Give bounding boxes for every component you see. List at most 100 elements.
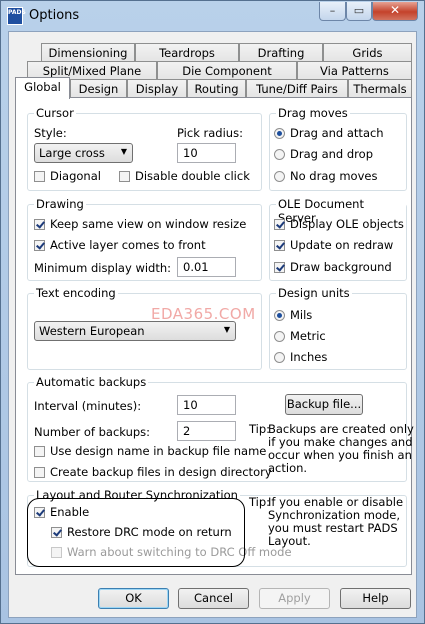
checkbox-box — [51, 527, 62, 538]
no-drag-moves-label: No drag moves — [290, 169, 378, 183]
number-of-backups-input[interactable]: 2 — [177, 421, 236, 441]
drag-and-attach-radio[interactable]: Drag and attach — [274, 126, 384, 142]
minimize-button[interactable]: – — [319, 2, 346, 21]
drag-and-attach-label: Drag and attach — [290, 126, 384, 140]
draw-background-checkbox[interactable]: Draw background — [274, 260, 392, 276]
mils-label: Mils — [290, 308, 313, 322]
tab-dimensioning[interactable]: Dimensioning — [41, 43, 135, 63]
backups-tip-line: action. — [268, 461, 308, 475]
no-drag-moves-radio[interactable]: No drag moves — [274, 169, 377, 185]
automatic-backups-group-title: Automatic backups — [34, 375, 149, 389]
enable-sync-checkbox[interactable]: Enable — [34, 505, 89, 521]
pick-radius-input[interactable]: 10 — [177, 143, 236, 163]
update-on-redraw-checkbox[interactable]: Update on redraw — [274, 238, 393, 254]
tab-grids[interactable]: Grids — [323, 43, 412, 63]
checkbox-box — [274, 240, 285, 251]
pads-app-icon: PADS — [7, 7, 26, 25]
metric-label: Metric — [290, 329, 326, 343]
apply-button: Apply — [259, 588, 330, 609]
metric-radio[interactable]: Metric — [274, 329, 326, 345]
sync-group: Layout and Router Synchronization Enable… — [27, 488, 407, 567]
cursor-style-value: Large cross — [39, 146, 105, 160]
cursor-style-dropdown[interactable]: Large cross ▼ — [34, 143, 133, 163]
watermark-text: EDA365.COM — [151, 305, 256, 323]
tab-teardrops[interactable]: Teardrops — [135, 43, 239, 63]
warn-drc-off-label: Warn about switching to DRC Off mode — [67, 545, 292, 559]
diagonal-checkbox[interactable]: Diagonal — [34, 169, 101, 185]
radio-dot — [274, 149, 285, 160]
diagonal-label: Diagonal — [50, 169, 101, 183]
maximize-button[interactable]: ▭ — [346, 2, 372, 21]
window-title: Options — [29, 8, 80, 23]
design-units-group-title: Design units — [276, 286, 352, 300]
cancel-button[interactable]: Cancel — [178, 588, 249, 609]
interval-input[interactable]: 10 — [177, 395, 236, 415]
tab-thermals[interactable]: Thermals — [348, 79, 412, 99]
tab-tune-diff-pairs[interactable]: Tune/Diff Pairs — [246, 79, 348, 99]
use-design-name-checkbox[interactable]: Use design name in backup file name — [34, 444, 266, 460]
disable-double-click-checkbox[interactable]: Disable double click — [119, 169, 250, 185]
tab-design[interactable]: Design — [70, 79, 127, 99]
options-dialog: PADS Options – ▭ ✕ Dimensioning Teardrop… — [0, 0, 425, 624]
checkbox-box — [119, 171, 130, 182]
pick-radius-label: Pick radius: — [177, 126, 243, 140]
checkbox-box — [34, 507, 45, 518]
title-bar[interactable]: PADS Options – ▭ ✕ — [1, 1, 424, 31]
ok-button[interactable]: OK — [98, 588, 169, 609]
keep-same-view-label: Keep same view on window resize — [50, 217, 247, 231]
tab-drafting[interactable]: Drafting — [239, 43, 323, 63]
active-layer-front-label: Active layer comes to front — [50, 238, 206, 252]
tip-prefix: Tip: — [249, 422, 271, 436]
tip-prefix: Tip: — [249, 495, 271, 509]
ole-document-server-group: OLE Document Server Display OLE objects … — [269, 197, 407, 281]
checkbox-box — [274, 219, 285, 230]
text-encoding-group-title: Text encoding — [34, 286, 118, 300]
drawing-group-title: Drawing — [34, 197, 86, 211]
style-label: Style: — [34, 126, 67, 140]
drag-and-drop-radio[interactable]: Drag and drop — [274, 147, 373, 163]
drawing-group: Drawing Keep same view on window resize … — [27, 197, 262, 281]
tab-routing[interactable]: Routing — [187, 79, 246, 99]
cursor-group: Cursor Style: Large cross ▼ Pick radius:… — [27, 106, 262, 191]
radio-dot — [274, 331, 285, 342]
mils-radio[interactable]: Mils — [274, 308, 312, 324]
drag-moves-group-title: Drag moves — [276, 106, 350, 120]
checkbox-box — [34, 446, 45, 457]
sync-tip-line: Layout. — [268, 534, 311, 548]
help-button[interactable]: Help — [340, 588, 411, 609]
number-of-backups-label: Number of backups: — [34, 425, 151, 439]
automatic-backups-group: Automatic backups Interval (minutes): 10… — [27, 375, 414, 482]
create-in-design-dir-checkbox[interactable]: Create backup files in design directory — [34, 465, 272, 481]
backup-file-button[interactable]: Backup file... — [285, 394, 363, 415]
interval-label: Interval (minutes): — [34, 399, 142, 413]
restore-drc-checkbox[interactable]: Restore DRC mode on return — [51, 525, 232, 541]
sync-tip: Tip: If you enable or disable Synchroniz… — [249, 495, 403, 548]
text-encoding-dropdown[interactable]: Western European ▼ — [34, 321, 236, 341]
draw-background-label: Draw background — [290, 260, 392, 274]
min-display-width-label: Minimum display width: — [34, 261, 172, 275]
display-ole-objects-checkbox[interactable]: Display OLE objects — [274, 217, 404, 233]
radio-dot — [274, 128, 285, 139]
backups-tip: Tip: Backups are created only if you mak… — [249, 422, 414, 475]
tab-die-component[interactable]: Die Component — [157, 61, 297, 81]
sync-group-title: Layout and Router Synchronization — [34, 488, 240, 502]
radio-dot — [274, 310, 285, 321]
tab-display[interactable]: Display — [127, 79, 187, 99]
close-button[interactable]: ✕ — [372, 2, 418, 21]
text-encoding-value: Western European — [39, 324, 145, 338]
enable-sync-label: Enable — [50, 505, 90, 519]
inches-radio[interactable]: Inches — [274, 350, 327, 366]
update-on-redraw-label: Update on redraw — [290, 238, 394, 252]
use-design-name-label: Use design name in backup file name — [50, 444, 267, 458]
checkbox-box — [34, 171, 45, 182]
checkbox-box — [34, 467, 45, 478]
radio-dot — [274, 171, 285, 182]
inches-label: Inches — [290, 350, 328, 364]
keep-same-view-checkbox[interactable]: Keep same view on window resize — [34, 217, 246, 233]
display-ole-objects-label: Display OLE objects — [290, 217, 404, 231]
tab-global[interactable]: Global — [15, 77, 70, 99]
tab-via-patterns[interactable]: Via Patterns — [297, 61, 412, 81]
checkbox-box — [274, 262, 285, 273]
min-display-width-input[interactable]: 0.01 — [177, 257, 236, 277]
active-layer-front-checkbox[interactable]: Active layer comes to front — [34, 238, 206, 254]
